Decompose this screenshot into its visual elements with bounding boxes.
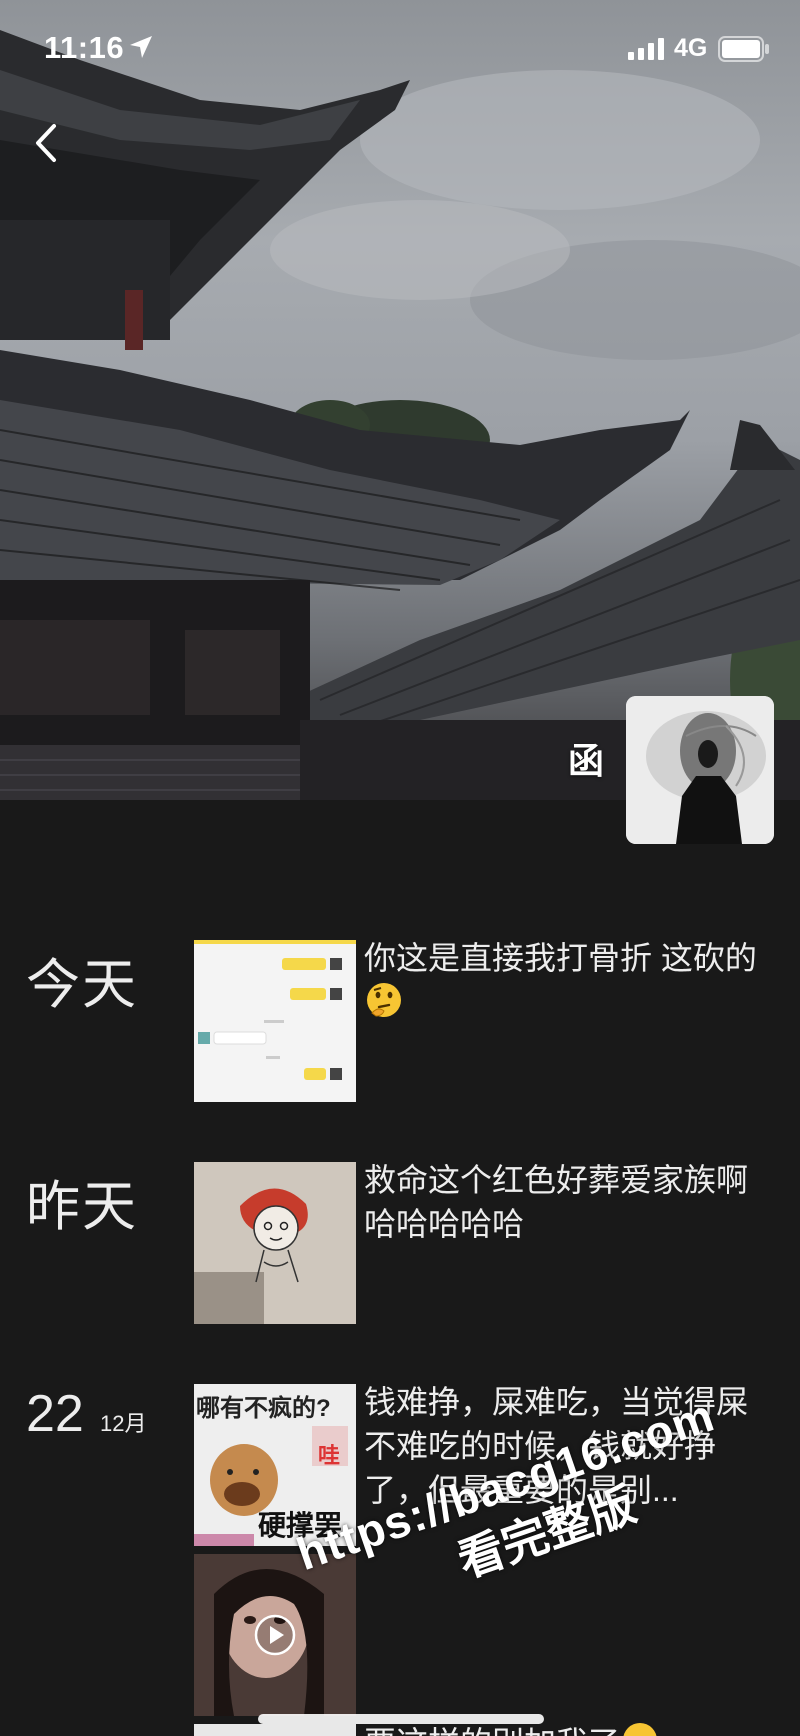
status-time: 11:16	[44, 30, 125, 65]
post-thumbnail-partial[interactable]	[194, 1724, 356, 1736]
profile-avatar[interactable]	[626, 696, 774, 844]
post-thumbnail[interactable]	[194, 1162, 356, 1324]
play-icon[interactable]	[253, 1613, 297, 1657]
home-indicator[interactable]	[258, 1714, 544, 1724]
drawing-photo-image	[194, 1162, 356, 1324]
signal-icon	[628, 38, 664, 60]
post-text: 救命这个红色好葬爱家族啊哈哈哈哈哈	[364, 1162, 749, 1242]
smiling-face-emoji	[623, 1723, 657, 1736]
network-label: 4G	[674, 34, 708, 62]
profile-username[interactable]: 函	[568, 732, 604, 784]
post-date-day: 22	[26, 1385, 84, 1443]
thinking-face-emoji	[367, 983, 401, 1017]
post-date: 今天	[26, 955, 138, 1015]
location-arrow-icon	[130, 36, 152, 58]
meme-caption-side: 哇	[318, 1443, 341, 1468]
avatar-image	[626, 696, 774, 844]
post-date-month: 12月	[100, 1411, 147, 1436]
meme-caption-top: 哪有不疯的?	[196, 1395, 331, 1422]
chevron-left-icon[interactable]	[30, 122, 64, 164]
status-bar: 11:16 4G	[0, 0, 800, 100]
chat-screenshot-image	[194, 940, 356, 1102]
post-text: 你这是直接我打骨折 这砍的	[364, 936, 764, 1025]
cover-photo[interactable]: 11:16 4G 函	[0, 0, 800, 800]
post-date: 昨天	[26, 1177, 138, 1237]
temple-roof-image	[0, 30, 800, 800]
post-thumbnail[interactable]	[194, 940, 356, 1102]
battery-icon	[718, 36, 769, 62]
